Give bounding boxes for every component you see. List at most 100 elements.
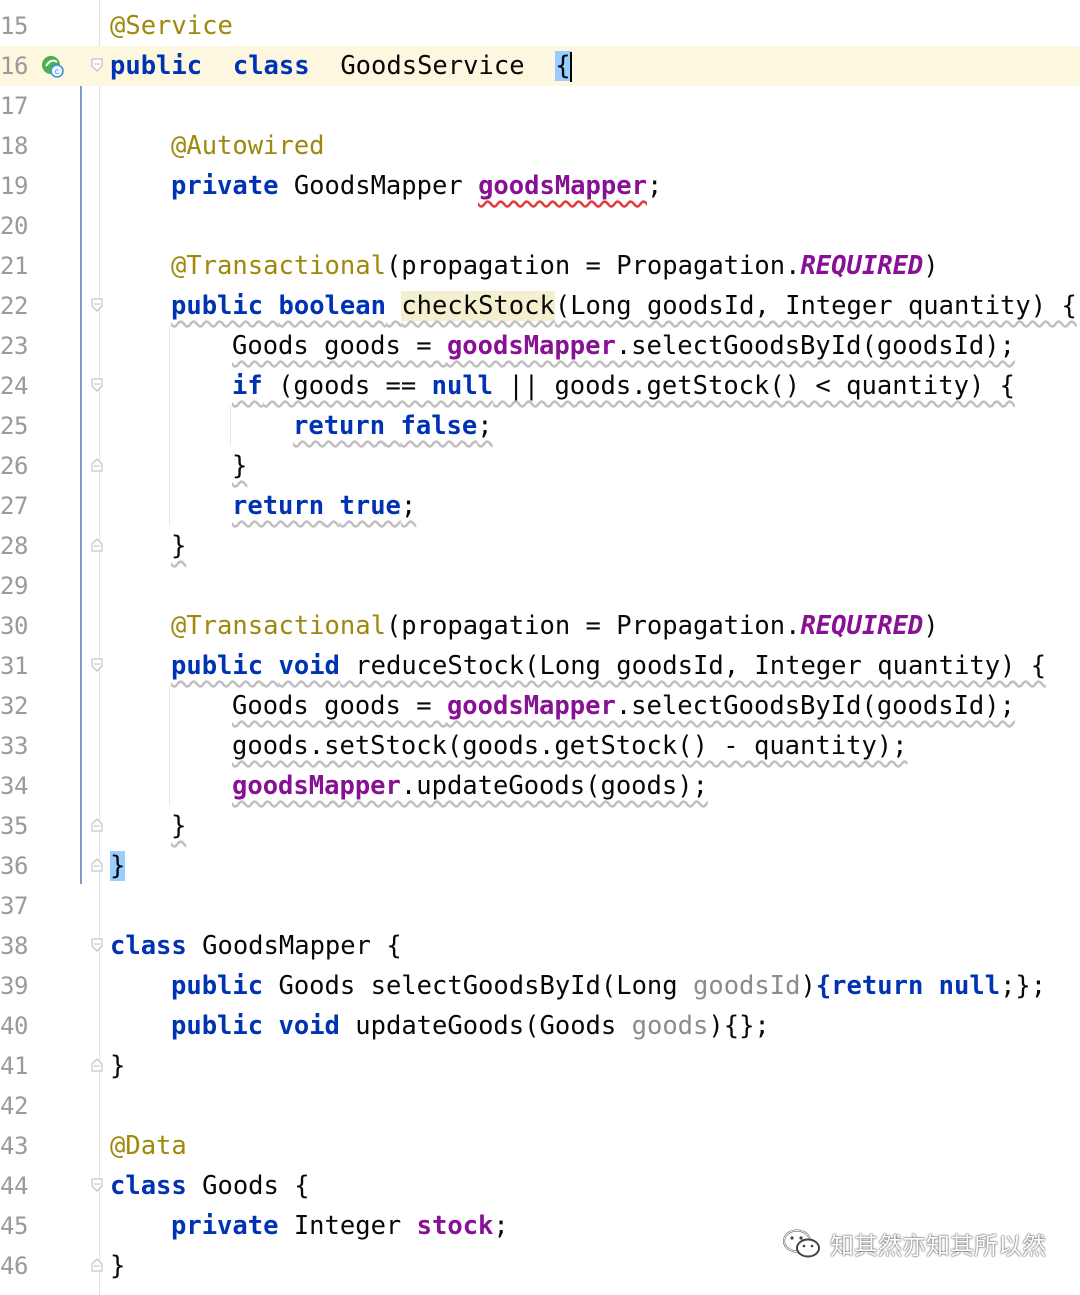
code-line[interactable]: 30 @Transactional(propagation = Propagati… xyxy=(0,606,1080,646)
code-line[interactable]: 20 xyxy=(0,206,1080,246)
fold-start-icon[interactable] xyxy=(91,58,103,72)
line-number[interactable]: 32 xyxy=(0,686,40,726)
code-text[interactable]: @Autowired xyxy=(171,126,325,166)
code-text[interactable]: @Transactional(propagation = Propagation… xyxy=(171,606,939,646)
code-line[interactable]: 26} xyxy=(0,446,1080,486)
fold-start-icon[interactable] xyxy=(91,658,103,672)
code-text[interactable]: } xyxy=(110,1046,125,1086)
line-number[interactable]: 26 xyxy=(0,446,40,486)
code-text[interactable]: goodsMapper.updateGoods(goods); xyxy=(232,766,708,806)
line-number[interactable]: 25 xyxy=(0,406,40,446)
code-line[interactable]: 44 class Goods { xyxy=(0,1166,1080,1206)
code-text[interactable]: Goods goods = goodsMapper.selectGoodsByI… xyxy=(232,686,1015,726)
line-number[interactable]: 20 xyxy=(0,206,40,246)
code-text[interactable]: } xyxy=(110,846,126,886)
code-text[interactable]: public void reduceStock(Long goodsId, In… xyxy=(171,646,1046,686)
code-editor[interactable]: 15 @Service 16 c public class GoodsService {… xyxy=(0,6,1080,1286)
code-text[interactable]: } xyxy=(171,526,186,566)
code-line[interactable]: 15 @Service xyxy=(0,6,1080,46)
code-line[interactable]: 35} xyxy=(0,806,1080,846)
line-number[interactable]: 29 xyxy=(0,566,40,606)
line-number[interactable]: 27 xyxy=(0,486,40,526)
code-text[interactable]: class GoodsMapper { xyxy=(110,926,402,966)
code-text[interactable]: public class GoodsService { xyxy=(110,46,572,86)
code-text[interactable]: } xyxy=(232,446,247,486)
code-line[interactable]: 29 xyxy=(0,566,1080,606)
line-number[interactable]: 16 xyxy=(0,46,40,86)
fold-end-icon[interactable] xyxy=(91,1058,103,1072)
line-number[interactable]: 40 xyxy=(0,1006,40,1046)
line-number[interactable]: 23 xyxy=(0,326,40,366)
code-text[interactable]: return false; xyxy=(293,406,493,446)
code-line[interactable]: 28} xyxy=(0,526,1080,566)
code-line[interactable]: 19 private GoodsMapper goodsMapper; xyxy=(0,166,1080,206)
code-text[interactable]: public boolean checkStock(Long goodsId, … xyxy=(171,286,1077,326)
line-number[interactable]: 17 xyxy=(0,86,40,126)
line-number[interactable]: 43 xyxy=(0,1126,40,1166)
line-number[interactable]: 36 xyxy=(0,846,40,886)
code-text[interactable]: Goods goods = goodsMapper.selectGoodsByI… xyxy=(232,326,1015,366)
code-line[interactable]: 43 @Data xyxy=(0,1126,1080,1166)
code-line[interactable]: 21 @Transactional(propagation = Propagati… xyxy=(0,246,1080,286)
code-line[interactable]: 25 return false; xyxy=(0,406,1080,446)
fold-end-icon[interactable] xyxy=(91,818,103,832)
code-text[interactable]: goods.setStock(goods.getStock() - quanti… xyxy=(232,726,908,766)
line-number[interactable]: 44 xyxy=(0,1166,40,1206)
code-text[interactable]: public void updateGoods(Goods goods){}; xyxy=(171,1006,770,1046)
line-number[interactable]: 33 xyxy=(0,726,40,766)
line-number[interactable]: 46 xyxy=(0,1246,40,1286)
code-line[interactable]: 23 Goods goods = goodsMapper.selectGoodsB… xyxy=(0,326,1080,366)
line-number[interactable]: 24 xyxy=(0,366,40,406)
code-line[interactable]: 16 c public class GoodsService { xyxy=(0,46,1080,86)
line-number[interactable]: 19 xyxy=(0,166,40,206)
code-text[interactable]: @Service xyxy=(110,6,233,46)
code-line[interactable]: 39 public Goods selectGoodsById(Long good… xyxy=(0,966,1080,1006)
line-number[interactable]: 28 xyxy=(0,526,40,566)
code-line[interactable]: 27 return true; xyxy=(0,486,1080,526)
code-text[interactable]: @Transactional(propagation = Propagation… xyxy=(171,246,939,286)
code-text[interactable]: } xyxy=(171,806,186,846)
line-number[interactable]: 31 xyxy=(0,646,40,686)
line-number[interactable]: 39 xyxy=(0,966,40,1006)
line-number[interactable]: 15 xyxy=(0,6,40,46)
fold-start-icon[interactable] xyxy=(91,938,103,952)
code-text[interactable]: class Goods { xyxy=(110,1166,310,1206)
line-number[interactable]: 35 xyxy=(0,806,40,846)
code-line[interactable]: 24 if (goods == null || goods.getStock() … xyxy=(0,366,1080,406)
line-number[interactable]: 37 xyxy=(0,886,40,926)
code-line[interactable]: 34 goodsMapper.updateGoods(goods); xyxy=(0,766,1080,806)
code-line[interactable]: 18 @Autowired xyxy=(0,126,1080,166)
spring-bean-icon[interactable]: c xyxy=(40,54,64,78)
fold-end-icon[interactable] xyxy=(91,458,103,472)
fold-start-icon[interactable] xyxy=(91,378,103,392)
line-number[interactable]: 41 xyxy=(0,1046,40,1086)
code-line[interactable]: 36} xyxy=(0,846,1080,886)
line-number[interactable]: 30 xyxy=(0,606,40,646)
fold-start-icon[interactable] xyxy=(91,298,103,312)
code-text[interactable]: @Data xyxy=(110,1126,187,1166)
code-line[interactable]: 32 Goods goods = goodsMapper.selectGoodsB… xyxy=(0,686,1080,726)
line-number[interactable]: 42 xyxy=(0,1086,40,1126)
code-line[interactable]: 33 goods.setStock(goods.getStock() - quan… xyxy=(0,726,1080,766)
code-text[interactable]: public Goods selectGoodsById(Long goodsI… xyxy=(171,966,1046,1006)
code-text[interactable]: } xyxy=(110,1246,125,1286)
fold-end-icon[interactable] xyxy=(91,538,103,552)
line-number[interactable]: 22 xyxy=(0,286,40,326)
line-number[interactable]: 21 xyxy=(0,246,40,286)
line-number[interactable]: 45 xyxy=(0,1206,40,1246)
code-line[interactable]: 37 xyxy=(0,886,1080,926)
code-text[interactable]: private Integer stock; xyxy=(171,1206,509,1246)
line-number[interactable]: 34 xyxy=(0,766,40,806)
fold-end-icon[interactable] xyxy=(91,1258,103,1272)
code-line[interactable]: 31 public void reduceStock(Long goodsId, … xyxy=(0,646,1080,686)
code-line[interactable]: 38 class GoodsMapper { xyxy=(0,926,1080,966)
code-line[interactable]: 40 public void updateGoods(Goods goods){}… xyxy=(0,1006,1080,1046)
code-line[interactable]: 42 xyxy=(0,1086,1080,1126)
code-line[interactable]: 22 public boolean checkStock(Long goodsId… xyxy=(0,286,1080,326)
code-text[interactable]: return true; xyxy=(232,486,416,526)
line-number[interactable]: 38 xyxy=(0,926,40,966)
code-text[interactable]: private GoodsMapper goodsMapper; xyxy=(171,166,662,206)
code-line[interactable]: 17 xyxy=(0,86,1080,126)
line-number[interactable]: 18 xyxy=(0,126,40,166)
fold-start-icon[interactable] xyxy=(91,1178,103,1192)
